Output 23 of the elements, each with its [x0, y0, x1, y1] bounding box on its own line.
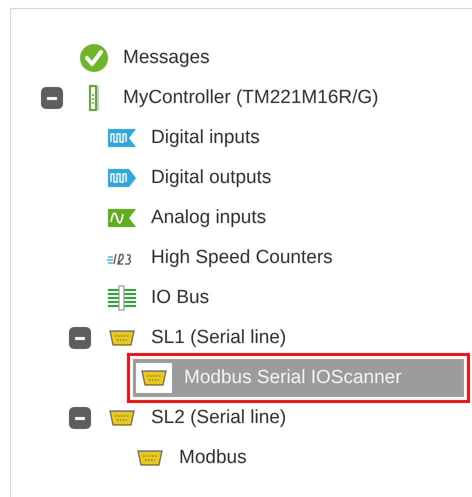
analog-wave-icon [107, 207, 137, 229]
tree-item-label[interactable]: MyController (TM221M16R/G) [123, 84, 378, 112]
tree-item-label[interactable]: Messages [123, 44, 210, 72]
check-icon [79, 43, 109, 73]
collapse-toggle[interactable] [69, 407, 91, 429]
tree-item-label[interactable]: SL1 (Serial line) [151, 324, 286, 352]
io-bus-icon [107, 285, 137, 311]
tree-item-label[interactable]: SL2 (Serial line) [151, 404, 286, 432]
serial-port-icon [137, 450, 163, 466]
tree-item-label[interactable]: Digital outputs [151, 164, 272, 192]
tree-item-label[interactable]: Digital inputs [151, 124, 260, 152]
tree-item-label[interactable]: Analog inputs [151, 204, 266, 232]
collapse-toggle[interactable] [69, 327, 91, 349]
tree-item-label[interactable]: IO Bus [151, 284, 210, 312]
serial-port-icon [109, 410, 135, 426]
digital-output-icon [107, 167, 137, 189]
serial-port-icon [109, 330, 135, 346]
tree-item-label[interactable]: Modbus [179, 444, 247, 472]
serial-port-icon [141, 370, 167, 386]
controller-icon [88, 85, 100, 111]
tree-item-label[interactable]: High Speed Counters [151, 244, 333, 272]
collapse-toggle[interactable] [41, 87, 63, 109]
digital-input-icon [107, 127, 137, 149]
